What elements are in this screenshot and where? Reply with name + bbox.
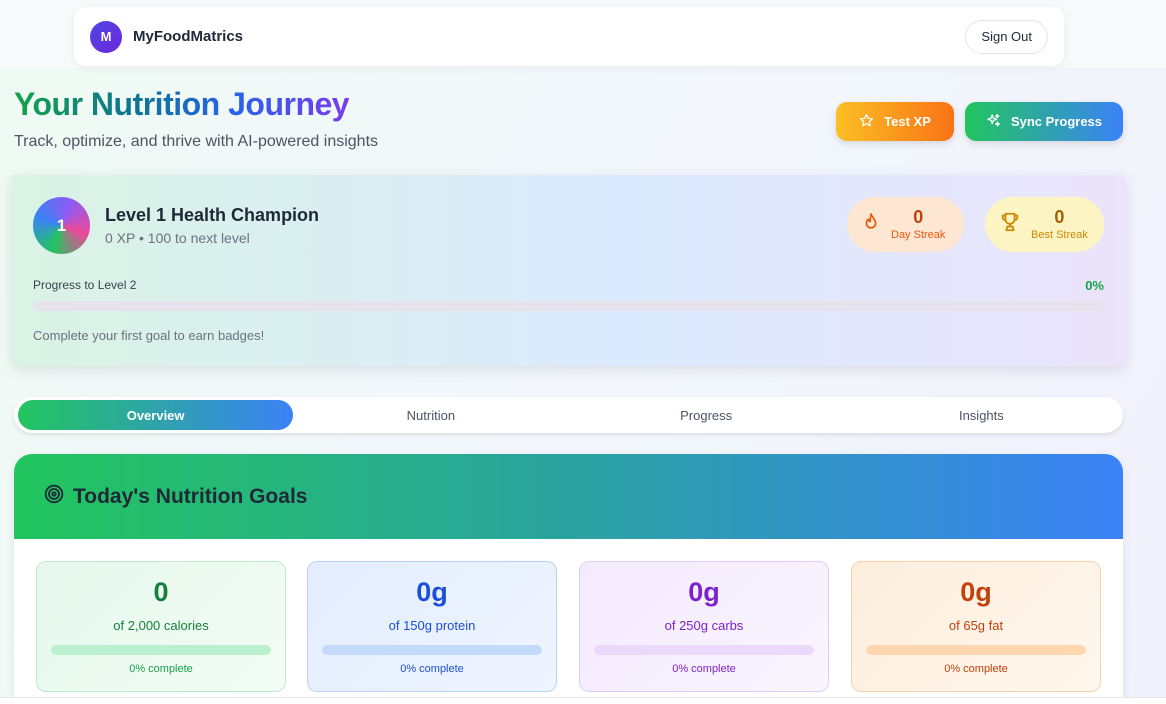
trophy-icon (999, 211, 1021, 238)
brand-name[interactable]: MyFoodMatrics (133, 28, 243, 45)
goal-value: 0g (688, 577, 720, 607)
goals-title: Today's Nutrition Goals (73, 484, 308, 508)
goal-target: of 250g carbs (664, 618, 744, 633)
level-progress-bar (33, 301, 1104, 311)
sync-progress-label: Sync Progress (1010, 114, 1103, 129)
sync-progress-button[interactable]: Sync Progress (965, 102, 1123, 141)
day-streak-label: Day Streak (891, 229, 946, 241)
navbar: M MyFoodMatrics Sign Out (74, 7, 1064, 66)
level-progress-percent: 0% (1085, 278, 1104, 293)
goals-header: Today's Nutrition Goals (14, 454, 1123, 539)
page-subtitle: Track, optimize, and thrive with AI-powe… (14, 133, 379, 150)
test-xp-button[interactable]: Test XP (836, 102, 954, 141)
badges-message: Complete your first goal to earn badges! (33, 328, 265, 343)
page-title: Your Nutrition Journey (14, 86, 350, 122)
goal-target: of 2,000 calories (113, 618, 209, 633)
goal-progress-bar (866, 645, 1086, 655)
star-icon (859, 113, 874, 131)
brand-logo[interactable]: M (90, 20, 122, 53)
target-icon (44, 484, 64, 509)
calories-goal-card: 0 of 2,000 calories 0% complete (36, 561, 286, 692)
level-card: 1 Level 1 Health Champion 0 XP • 100 to … (12, 175, 1126, 366)
best-streak-label: Best Streak (1031, 229, 1088, 241)
level-progress-label: Progress to Level 2 (33, 278, 137, 292)
day-streak-badge: 0 Day Streak (847, 197, 964, 252)
goal-value: 0g (416, 577, 448, 607)
goal-percent: 0% complete (672, 663, 736, 675)
sign-out-button[interactable]: Sign Out (965, 19, 1048, 54)
tab-nutrition[interactable]: Nutrition (293, 400, 568, 430)
goal-percent: 0% complete (129, 663, 193, 675)
tab-insights[interactable]: Insights (844, 400, 1119, 430)
xp-summary: 0 XP • 100 to next level (105, 230, 250, 246)
goal-value: 0g (960, 577, 992, 607)
tab-bar: Overview Nutrition Progress Insights (14, 397, 1123, 433)
bottom-edge (0, 697, 1166, 704)
goal-progress-bar (594, 645, 814, 655)
level-title: Level 1 Health Champion (105, 205, 320, 225)
goal-value: 0 (153, 577, 169, 607)
best-streak-value: 0 (1054, 207, 1065, 227)
day-streak-value: 0 (913, 207, 924, 227)
best-streak-badge: 0 Best Streak (985, 197, 1104, 252)
goal-target: of 65g fat (948, 618, 1004, 633)
tab-overview[interactable]: Overview (18, 400, 294, 430)
goal-percent: 0% complete (400, 663, 464, 675)
fat-goal-card: 0g of 65g fat 0% complete (851, 561, 1101, 692)
sparkles-icon (986, 113, 1001, 131)
goal-progress-bar (51, 645, 271, 655)
protein-goal-card: 0g of 150g protein 0% complete (307, 561, 557, 692)
flame-icon (861, 211, 881, 238)
goal-target: of 150g protein (388, 618, 476, 633)
level-badge: 1 (33, 197, 90, 254)
carbs-goal-card: 0g of 250g carbs 0% complete (579, 561, 829, 692)
goal-progress-bar (322, 645, 542, 655)
nutrition-goals-card: Today's Nutrition Goals 0 of 2,000 calor… (14, 454, 1123, 704)
tab-progress[interactable]: Progress (569, 400, 844, 430)
test-xp-label: Test XP (884, 114, 931, 129)
goal-percent: 0% complete (944, 663, 1008, 675)
